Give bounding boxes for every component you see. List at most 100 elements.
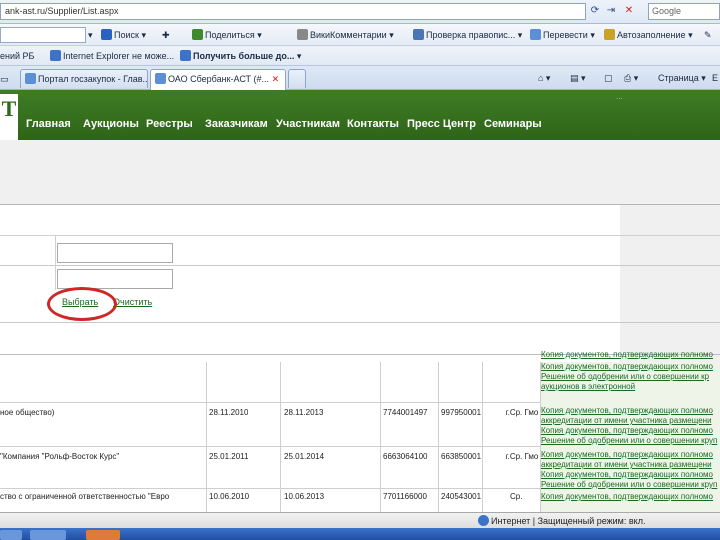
- participant-name: "Компания "Рольф-Восток Курс": [0, 452, 120, 461]
- site-logo[interactable]: T: [0, 94, 18, 136]
- autofill-label: Автозаполнение: [617, 30, 686, 40]
- region-value: г.Ср. Гмо: [505, 408, 539, 417]
- pencil-icon[interactable]: ✎: [704, 28, 712, 42]
- page-menu[interactable]: Страница ▾: [658, 71, 706, 85]
- link-item[interactable]: Internet Explorer не може...: [50, 49, 174, 63]
- taskbar-button[interactable]: [30, 530, 66, 540]
- toolbar-search-label: Поиск: [114, 30, 139, 40]
- tools-icon[interactable]: E: [712, 71, 718, 85]
- taskbar-button[interactable]: [86, 530, 120, 540]
- go-icon[interactable]: ⇥: [604, 3, 618, 20]
- address-input[interactable]: ank-ast.ru/Supplier/List.aspx: [0, 3, 586, 20]
- divider: [0, 322, 720, 323]
- globe-icon: [478, 515, 489, 526]
- ie-icon: [155, 73, 166, 84]
- stop-icon[interactable]: ✕: [622, 3, 636, 20]
- column-line: [206, 362, 207, 512]
- toolbar-search-input[interactable]: [0, 27, 86, 43]
- autofill-icon: [604, 29, 615, 40]
- participant-name: ство с ограниченной ответственностью "Ев…: [0, 492, 170, 501]
- tab-sberbank-ast[interactable]: ОАО Сбербанк-АСТ (#... ✕: [150, 69, 286, 90]
- accreditation-end: 25.01.2014: [284, 452, 325, 461]
- share-icon: [192, 29, 203, 40]
- document-link[interactable]: аккредитации от имени участника размещен…: [541, 416, 720, 426]
- security-zone-label: Интернет | Защищенный режим: вкл.: [491, 516, 646, 526]
- column-line: [482, 362, 483, 512]
- close-icon[interactable]: ✕: [272, 74, 280, 84]
- link-label: Получить больше до...: [193, 51, 295, 61]
- field-separator: [55, 236, 56, 290]
- accreditation-end: 10.06.2013: [284, 492, 325, 501]
- region-value: Ср.: [510, 492, 523, 501]
- translate-label: Перевести: [543, 30, 588, 40]
- print-icon[interactable]: ⎙ ▾: [624, 71, 638, 85]
- document-link[interactable]: Копия документов, подтверждающих полномо: [541, 450, 720, 460]
- tab-label: ОАО Сбербанк-АСТ (#...: [168, 74, 270, 84]
- document-link[interactable]: Решение об одобрении или о совершении кр: [541, 372, 720, 382]
- autofill-button[interactable]: Автозаполнение ▾: [604, 28, 693, 42]
- document-link[interactable]: Копия документов, подтверждающих полномо: [541, 470, 720, 480]
- accreditation-end: 28.11.2013: [284, 408, 324, 417]
- nav-seminars[interactable]: Семинары: [484, 118, 542, 130]
- wiki-comments-button[interactable]: ВикиКомментарии ▾: [297, 28, 394, 42]
- filter-field-1[interactable]: [57, 243, 173, 263]
- browser-toolbar: ▾ Поиск ▾ ✚ Поделиться ▾ ВикиКомментарии…: [0, 24, 720, 46]
- taskbar-button[interactable]: [0, 530, 22, 540]
- nav-contacts[interactable]: Контакты: [347, 118, 399, 130]
- share-label: Поделиться: [205, 30, 255, 40]
- document-link[interactable]: Копия документов, подтверждающих полномо: [541, 492, 720, 502]
- nav-participants[interactable]: Участникам: [276, 118, 340, 130]
- toolbar-search-button[interactable]: Поиск ▾: [101, 28, 146, 42]
- search-engine-input[interactable]: Google: [648, 3, 720, 20]
- region-value: г.Ср. Гмо: [505, 452, 539, 461]
- web-page: T ... Главная Аукционы Реестры Заказчика…: [0, 90, 720, 512]
- document-link[interactable]: Решение об одобрении или о совершении кр…: [541, 480, 720, 490]
- document-link[interactable]: Копия документов, подтверждающих полномо: [541, 362, 720, 372]
- new-tab-button[interactable]: [288, 69, 306, 88]
- wiki-label: ВикиКомментарии: [310, 30, 387, 40]
- clear-link[interactable]: Очистить: [113, 297, 152, 307]
- refresh-icon[interactable]: ⟳: [588, 3, 602, 20]
- ie-icon: [50, 50, 61, 61]
- document-link[interactable]: Копия документов, подтверждающих полномо: [541, 406, 720, 416]
- nav-home[interactable]: Главная: [26, 118, 71, 130]
- tab-list-icon[interactable]: ▭: [0, 72, 9, 86]
- link-item[interactable]: ений РБ: [0, 49, 34, 63]
- toolbar-search-dropdown[interactable]: ▾: [88, 28, 93, 42]
- accreditation-start: 10.06.2010: [209, 492, 250, 501]
- security-zone[interactable]: Интернет | Защищенный режим: вкл.: [478, 515, 645, 526]
- kpp-value: 240543001: [441, 492, 482, 501]
- annotation-oval: [47, 287, 117, 321]
- nav-customers[interactable]: Заказчикам: [205, 118, 268, 130]
- ie-icon: [25, 73, 36, 84]
- column-line: [438, 362, 439, 512]
- translate-button[interactable]: Перевести ▾: [530, 28, 595, 42]
- feeds-icon[interactable]: ▤ ▾: [570, 71, 586, 85]
- document-link[interactable]: аккредитации от имени участника размещен…: [541, 460, 720, 470]
- inn-value: 7701166000: [383, 492, 427, 501]
- tab-strip: ▭ Портал госзакупок - Глав... ОАО Сберба…: [0, 66, 720, 90]
- document-link[interactable]: Решение об одобрении или о совершении кр…: [541, 436, 720, 446]
- document-link[interactable]: Копия документов, подтверждающих полномо: [541, 426, 720, 436]
- nav-press-center[interactable]: Пресс Центр: [407, 118, 476, 130]
- wiki-icon: [297, 29, 308, 40]
- link-item[interactable]: Получить больше до... ▾: [180, 49, 301, 63]
- spellcheck-label: Проверка правопис...: [426, 30, 516, 40]
- document-link[interactable]: аукционов в электронной: [541, 382, 720, 392]
- filter-field-2[interactable]: [57, 269, 173, 289]
- nav-auctions[interactable]: Аукционы: [83, 118, 139, 130]
- add-icon[interactable]: ✚: [162, 28, 170, 42]
- ie-icon: [180, 50, 191, 61]
- share-button[interactable]: Поделиться ▾: [192, 28, 262, 42]
- tab-portal[interactable]: Портал госзакупок - Глав...: [20, 69, 148, 88]
- document-link[interactable]: Копия документов, подтверждающих полномо: [541, 350, 720, 360]
- nav-registries[interactable]: Реестры: [146, 118, 193, 130]
- kpp-value: 997950001: [441, 408, 482, 417]
- tab-label: Портал госзакупок - Глав...: [38, 74, 148, 84]
- spellcheck-button[interactable]: Проверка правопис... ▾: [413, 28, 522, 42]
- accreditation-start: 28.11.2010: [209, 408, 249, 417]
- mail-icon[interactable]: ▢: [604, 71, 613, 85]
- participant-name: ное общество): [0, 408, 55, 417]
- home-icon[interactable]: ⌂ ▾: [538, 71, 550, 85]
- row-line: [0, 488, 540, 489]
